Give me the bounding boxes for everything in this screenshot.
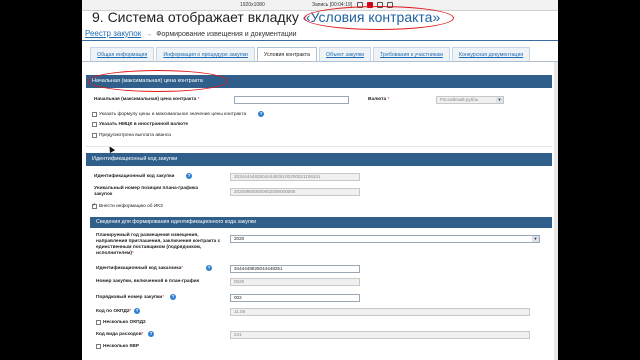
nmck-foreign-checkbox-label: Указать НМЦК в иностранной валюте — [99, 122, 188, 127]
tab-bar: Общая информация Информация о процедуре … — [90, 47, 532, 61]
manual-ikz-checkbox-label: Внести информацию об ИКЗ — [99, 204, 163, 209]
chevron-down-icon: ▼ — [496, 97, 503, 103]
annotation-oval-price — [88, 70, 228, 92]
breadcrumb-root-link[interactable]: Реестр закупок — [85, 29, 141, 38]
ikz-field: 203444448250444482510020002110624​1 — [230, 173, 360, 181]
planned-year-value: 2020 — [234, 236, 245, 241]
breadcrumb-separator: → — [145, 31, 153, 38]
tab-contract-terms[interactable]: Условия контракта — [256, 47, 317, 61]
ikz-section-header[interactable]: Идентификационный код закупки — [86, 153, 552, 166]
vertical-scrollbar[interactable] — [554, 62, 558, 360]
resolution-label: 1920x1080 — [240, 2, 265, 8]
customer-code-label: Идентификационный код заказчика* — [96, 266, 184, 271]
nmck-foreign-checkbox[interactable] — [92, 122, 97, 127]
info-icon[interactable]: ? — [170, 294, 176, 300]
order-number-label: Порядковый номер закупки* — [96, 295, 165, 300]
breadcrumb-divider — [82, 40, 558, 41]
plan-position-label: Уникальный номер позиции плана-графика з… — [94, 186, 199, 197]
section-divider — [86, 146, 552, 147]
info-icon[interactable]: ? — [134, 308, 140, 314]
planned-year-label: Планируемый год размещения извещения, на… — [96, 233, 221, 256]
expense-code-field[interactable]: 241 — [230, 331, 530, 339]
ikz-details-header[interactable]: Сведения для формирования идентификацион… — [90, 217, 552, 228]
advance-checkbox-label: Предусмотрена выплата аванса — [99, 133, 171, 138]
tab-divider — [82, 61, 558, 62]
advance-checkbox[interactable] — [92, 133, 97, 138]
plan-position-field: 202099500000002008000066 — [230, 188, 360, 196]
currency-label: Валюта * — [368, 97, 390, 102]
tab-general-info[interactable]: Общая информация — [90, 47, 155, 61]
formula-checkbox[interactable] — [92, 112, 97, 117]
customer-code-input[interactable]: 3444448825044448251 — [230, 265, 360, 273]
plan-number-field: 0020 — [230, 278, 360, 286]
currency-select[interactable]: Российский рубль ▼ — [436, 96, 504, 104]
several-kvr-checkbox[interactable] — [96, 344, 101, 349]
tab-purchase-object[interactable]: Объект закупки — [319, 47, 372, 61]
several-okpd-label: Несколько ОКПД2 — [103, 320, 146, 325]
several-okpd-checkbox[interactable] — [96, 320, 101, 325]
breadcrumb-current: Формирование извещения и документации — [156, 31, 297, 38]
okpd-field[interactable]: 11.06 — [230, 308, 530, 316]
several-kvr-label: Несколько КВР — [103, 344, 140, 349]
manual-ikz-checkbox[interactable] — [92, 202, 97, 209]
price-label: Начальная (максимальная) цена контракта … — [94, 97, 200, 102]
planned-year-select[interactable]: 2020 ▼ — [230, 235, 540, 243]
currency-value: Российский рубль — [440, 97, 479, 102]
screen: 1920x1080 Запись [00:04:19] 9. Система о… — [82, 0, 558, 360]
tab-procedure-info[interactable]: Информация о процедуре закупки — [156, 47, 255, 61]
info-icon[interactable]: ? — [258, 111, 264, 117]
expense-code-label: Код вида расходов* — [96, 332, 144, 337]
tab-participant-requirements[interactable]: Требования к участникам — [373, 47, 450, 61]
chevron-down-icon: ▼ — [532, 236, 539, 242]
annotation-oval-title — [304, 6, 454, 30]
info-icon[interactable]: ? — [148, 331, 154, 337]
formula-checkbox-label: Указать формулу цены и максимальное знач… — [99, 112, 247, 117]
okpd-label: Код по ОКПД2* — [96, 309, 132, 314]
tab-tender-documentation[interactable]: Конкурсная документация — [451, 47, 531, 61]
info-icon[interactable]: ? — [186, 173, 192, 179]
breadcrumb: Реестр закупок → Формирование извещения и … — [85, 29, 297, 38]
slide-title-text: 9. Система отображает вкладку — [92, 9, 303, 25]
info-icon[interactable]: ? — [206, 265, 212, 271]
order-number-input[interactable]: 002 — [230, 294, 360, 302]
ikz-label: Идентификационный код закупки — [94, 174, 175, 179]
plan-number-label: Номер закупки, включенной в план-график — [96, 279, 200, 284]
price-input[interactable] — [234, 96, 349, 104]
